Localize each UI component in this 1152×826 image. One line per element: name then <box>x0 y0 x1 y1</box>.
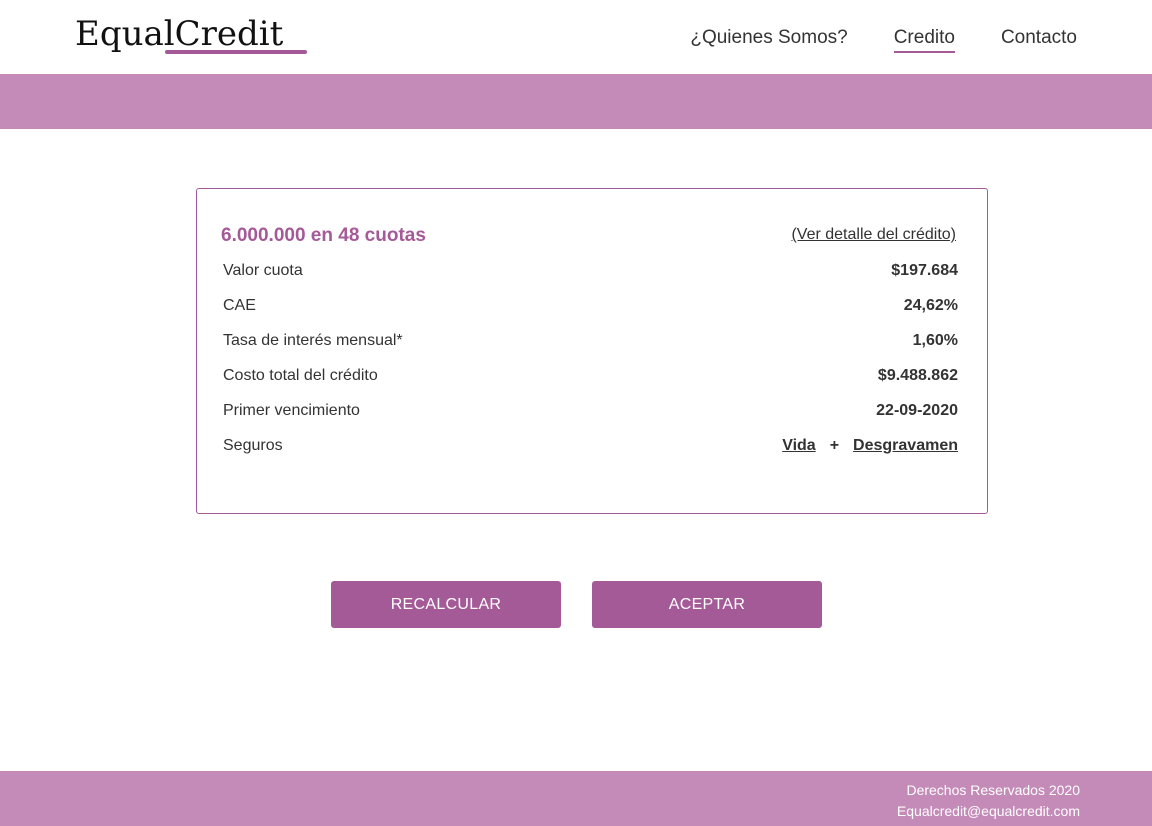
summary-row-value: 22-09-2020 <box>876 402 958 419</box>
summary-row-valor-cuota: Valor cuota $197.684 <box>223 259 958 294</box>
credit-summary-rows: Valor cuota $197.684 CAE 24,62% Tasa de … <box>223 259 958 469</box>
summary-row-label: Seguros <box>223 437 283 454</box>
recalcular-button[interactable]: RECALCULAR <box>331 581 561 628</box>
nav-link-credito[interactable]: Credito <box>893 25 956 53</box>
seguro-vida-link[interactable]: Vida <box>782 434 816 458</box>
header-banner <box>0 74 1152 129</box>
credit-detail-link[interactable]: (Ver detalle del crédito) <box>791 226 956 244</box>
seguros-options: Vida + Desgravamen <box>782 434 958 458</box>
summary-row-value: $9.488.862 <box>877 367 958 384</box>
summary-row-costo-total: Costo total del crédito $9.488.862 <box>223 364 958 399</box>
summary-row-label: Valor cuota <box>223 262 303 279</box>
seguros-separator: + <box>829 437 840 454</box>
summary-row-tasa-interes: Tasa de interés mensual* 1,60% <box>223 329 958 364</box>
seguro-desgravamen-link[interactable]: Desgravamen <box>853 434 958 458</box>
summary-row-label: Primer vencimiento <box>223 402 360 419</box>
summary-row-value: $197.684 <box>891 262 958 279</box>
aceptar-button[interactable]: ACEPTAR <box>592 581 822 628</box>
footer: Derechos Reservados 2020 Equalcredit@equ… <box>0 771 1152 826</box>
credit-summary-title: 6.000.000 en 48 cuotas <box>221 225 426 246</box>
summary-row-value: 1,60% <box>912 332 958 349</box>
summary-row-value: 24,62% <box>903 297 958 314</box>
header: EqualCredit ¿Quienes Somos? Credito Cont… <box>0 0 1152 74</box>
summary-row-label: Costo total del crédito <box>223 367 378 384</box>
logo[interactable]: EqualCredit <box>75 12 315 60</box>
summary-row-primer-vencimiento: Primer vencimiento 22-09-2020 <box>223 399 958 434</box>
footer-rights: Derechos Reservados 2020 <box>906 782 1080 798</box>
footer-email[interactable]: Equalcredit@equalcredit.com <box>897 801 1080 822</box>
summary-row-cae: CAE 24,62% <box>223 294 958 329</box>
nav-link-quienes-somos[interactable]: ¿Quienes Somos? <box>690 25 847 51</box>
logo-underline <box>165 50 307 54</box>
summary-row-label: CAE <box>223 297 256 314</box>
nav-link-contacto[interactable]: Contacto <box>1001 25 1077 51</box>
summary-row-seguros: Seguros Vida + Desgravamen <box>223 434 958 469</box>
credit-summary-card: 6.000.000 en 48 cuotas (Ver detalle del … <box>196 188 988 514</box>
summary-row-label: Tasa de interés mensual* <box>223 332 403 349</box>
main-nav: ¿Quienes Somos? Credito Contacto <box>690 24 1077 53</box>
footer-text: Derechos Reservados 2020 Equalcredit@equ… <box>897 780 1080 822</box>
